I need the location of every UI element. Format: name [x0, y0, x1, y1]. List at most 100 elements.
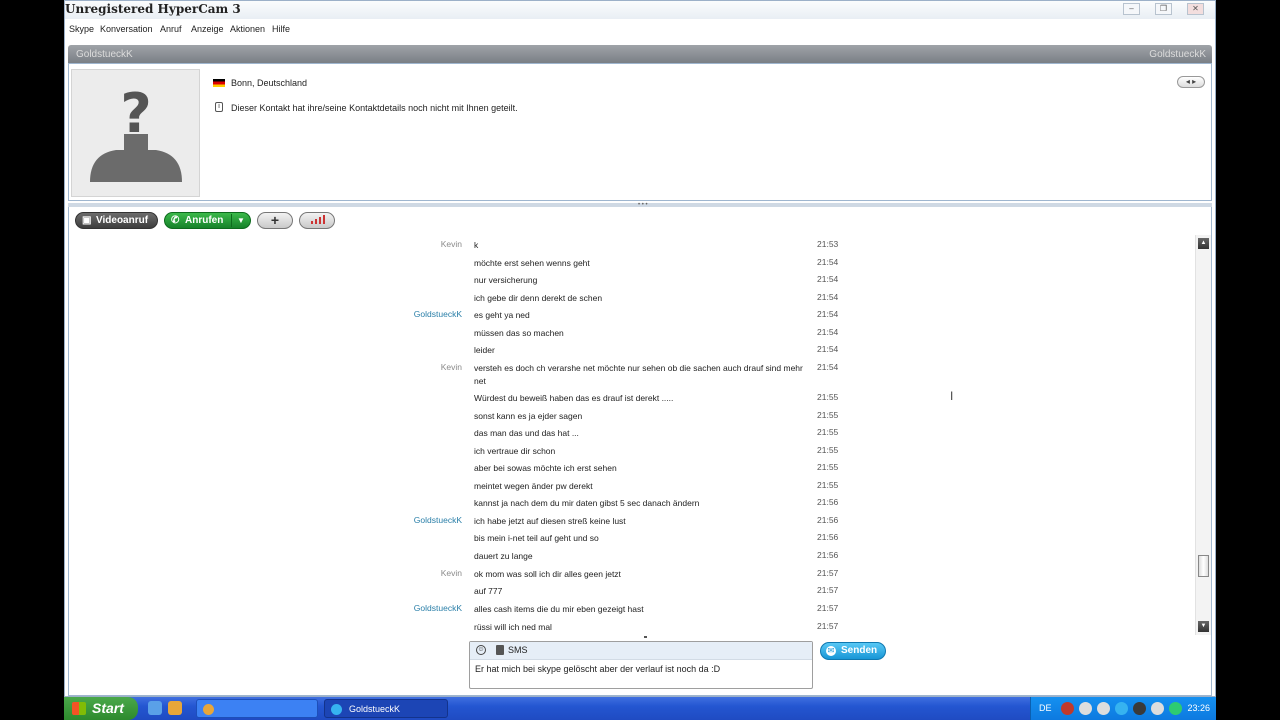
message-time: 21:54 [817, 344, 839, 354]
profile-toggle-button[interactable]: ◂ ▸ [1177, 76, 1205, 88]
avatar-placeholder-icon: ? [72, 70, 199, 196]
shield-icon[interactable] [1151, 702, 1164, 715]
message-text: möchte erst sehen wenns geht [474, 258, 590, 268]
scroll-up-icon[interactable]: ▲ [1198, 238, 1209, 249]
message-time: 21:55 [817, 462, 839, 472]
start-button[interactable]: Start [64, 697, 138, 720]
message-text: ok mom was soll ich dir alles geen jetzt [474, 569, 621, 579]
message-time: 21:54 [817, 309, 839, 319]
call-toolbar: ▣ Videoanruf ✆ Anrufen ▼ + [68, 207, 1212, 235]
taskbar-item-skype[interactable]: GoldstueckK [324, 699, 448, 718]
send-label: Senden [841, 645, 878, 656]
menu-anruf[interactable]: Anruf [160, 24, 182, 34]
location-text: Bonn, Deutschland [231, 78, 308, 88]
record-icon[interactable] [1061, 702, 1074, 715]
contact-mood: GoldstueckK [1149, 49, 1206, 60]
message-input[interactable]: Er hat mich bei skype gelöscht aber der … [475, 664, 720, 674]
message-sender: Kevin [440, 362, 462, 372]
message-sender[interactable]: GoldstueckK [69, 309, 462, 319]
signal-bar [323, 215, 325, 224]
signal-bars-icon [311, 221, 313, 224]
scroll-thumb[interactable] [1198, 555, 1209, 577]
call-button[interactable]: ✆ Anrufen ▼ [164, 212, 251, 229]
message-text: ich habe jetzt auf diesen streß keine lu… [474, 516, 626, 526]
phone-icon: ✆ [171, 215, 180, 226]
message-time: 21:56 [817, 515, 839, 525]
message-text: das man das und das hat ... [474, 428, 579, 438]
chat-scrollbar[interactable]: ▲ ▼ [1195, 235, 1211, 635]
sms-phone-icon[interactable] [496, 645, 504, 655]
chevron-down-icon[interactable]: ▼ [237, 213, 245, 228]
contact-name: GoldstueckK [76, 49, 133, 60]
clock: 23:26 [1187, 703, 1210, 713]
menu-skype[interactable]: Skype [69, 24, 94, 34]
avatar: ? [71, 69, 200, 197]
menu-konversation[interactable]: Konversation [100, 24, 153, 34]
composer-area: ☺ SMS Er hat mich bei skype gelöscht abe… [68, 636, 1212, 696]
message-sender: Kevin [440, 568, 462, 578]
menu-hilfe[interactable]: Hilfe [272, 24, 290, 34]
message-text: alles cash items die du mir eben gezeigt… [474, 604, 644, 614]
restore-button[interactable]: ❐ [1155, 3, 1172, 15]
message-text: nur versicherung [474, 275, 538, 285]
window-title: Unregistered HyperCam 3 [65, 2, 241, 16]
message-text: dauert zu lange [474, 551, 533, 561]
message-sender[interactable]: GoldstueckK [69, 603, 462, 613]
message-text: aber bei sowas möchte ich erst sehen [474, 463, 617, 473]
message-text: Würdest du beweiß haben das es drauf ist… [474, 393, 674, 403]
scroll-down-icon[interactable]: ▼ [1198, 621, 1209, 632]
windows-logo-icon [72, 702, 86, 715]
message-text: müssen das so machen [474, 328, 564, 338]
message-text: ich vertraue dir schon [474, 446, 556, 456]
video-call-button[interactable]: ▣ Videoanruf [75, 212, 158, 229]
message-time: 21:57 [817, 585, 839, 595]
message-text: leider [474, 345, 495, 355]
resize-grip-icon[interactable] [644, 636, 647, 638]
send-button[interactable]: ✉ Senden [820, 642, 886, 660]
message-time: 21:55 [817, 427, 839, 437]
browser-icon[interactable] [168, 701, 182, 715]
task-label: GoldstueckK [349, 704, 401, 714]
message-time: 21:53 [817, 239, 839, 249]
message-sender[interactable]: GoldstueckK [69, 515, 462, 525]
message-time: 21:54 [817, 257, 839, 267]
call-quality-button[interactable] [299, 212, 335, 229]
desktop-icon[interactable] [148, 701, 162, 715]
message-time: 21:54 [817, 362, 839, 372]
message-time: 21:55 [817, 445, 839, 455]
taskbar-item-browser[interactable] [196, 699, 318, 718]
volume-icon[interactable] [1079, 702, 1092, 715]
sms-label[interactable]: SMS [508, 645, 528, 655]
message-time: 21:57 [817, 621, 839, 631]
signal-bar [319, 217, 321, 224]
system-tray: DE 23:26 [1030, 697, 1216, 720]
app-tray-icon[interactable] [1133, 702, 1146, 715]
close-button[interactable]: ✕ [1187, 3, 1204, 15]
video-call-label: Videoanruf [96, 215, 149, 226]
message-composer: ☺ SMS Er hat mich bei skype gelöscht abe… [469, 641, 813, 689]
message-time: 21:55 [817, 480, 839, 490]
minimize-button[interactable]: – [1123, 3, 1140, 15]
language-indicator[interactable]: DE [1039, 703, 1052, 713]
check-icon[interactable] [1169, 702, 1182, 715]
browser-task-icon [203, 704, 214, 715]
message-time: 21:56 [817, 550, 839, 560]
message-text: auf 777 [474, 586, 503, 596]
message-text: es geht ya ned [474, 310, 530, 320]
message-text: meintet wegen änder pw derekt [474, 481, 593, 491]
add-people-button[interactable]: + [257, 212, 293, 229]
emoticon-icon[interactable]: ☺ [476, 645, 486, 655]
network-icon[interactable] [1097, 702, 1110, 715]
skype-tray-icon[interactable] [1115, 702, 1128, 715]
german-flag-icon [213, 79, 225, 87]
menu-bar: Skype Konversation Anruf Anzeige Aktione… [65, 19, 1215, 39]
menu-anzeige[interactable]: Anzeige [191, 24, 224, 34]
chat-history[interactable]: Kevin k 21:53 möchte erst sehen wenns ge… [68, 235, 1212, 636]
message-text: rüssi will ich ned mal [474, 622, 552, 632]
title-bar: Unregistered HyperCam 3 – ❐ ✕ [65, 1, 1215, 19]
message-text: ich gebe dir denn derekt de schen [474, 293, 603, 303]
message-text: kannst ja nach dem du mir daten gibst 5 … [474, 498, 700, 508]
composer-toolbar: ☺ SMS [470, 642, 812, 660]
message-time: 21:54 [817, 327, 839, 337]
menu-aktionen[interactable]: Aktionen [230, 24, 265, 34]
